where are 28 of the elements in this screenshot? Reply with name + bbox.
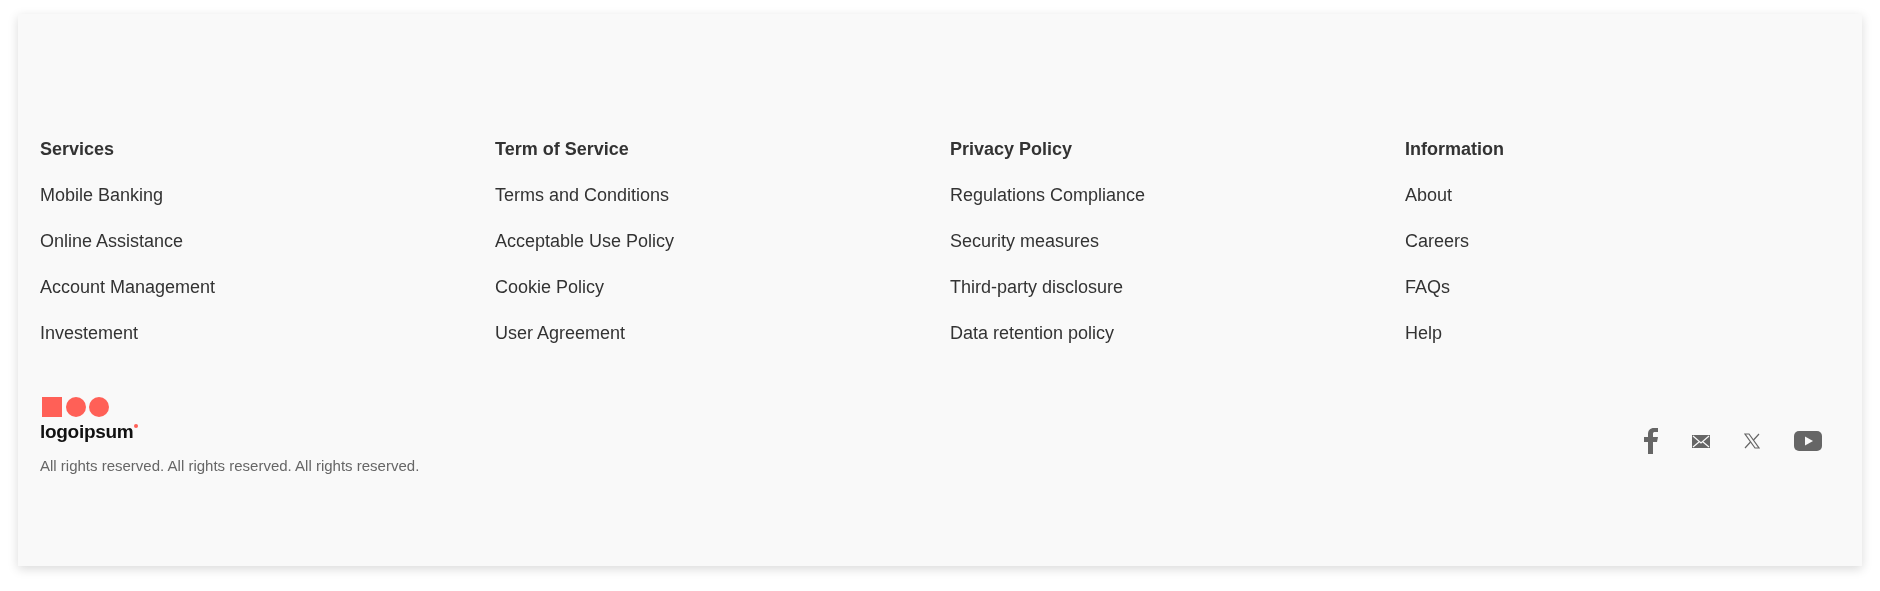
youtube-icon[interactable] [1794,431,1822,451]
copyright-text: All rights reserved. All rights reserved. All rights reserved. [40,457,420,474]
footer-link[interactable]: Third-party disclosure [950,277,1124,298]
footer-link[interactable]: About [1405,185,1453,206]
footer-link[interactable]: Security measures [950,231,1100,252]
logo-dot-icon [134,424,139,428]
footer-link[interactable]: FAQs [1405,277,1450,298]
footer-link[interactable]: Mobile Banking [40,185,164,206]
column-heading: Privacy Policy [950,139,1073,160]
footer-link[interactable]: User Agreement [495,323,626,344]
footer-link[interactable]: Acceptable Use Policy [495,231,675,252]
footer-link[interactable]: Investement [40,323,139,344]
footer-link[interactable]: Regulations Compliance [950,185,1146,206]
footer-link[interactable]: Online Assistance [40,231,184,252]
x-icon[interactable] [1744,433,1760,449]
facebook-icon[interactable] [1644,428,1658,454]
footer-link[interactable]: Data retention policy [950,323,1115,344]
logo-wordmark: logoipsum [40,421,134,443]
mail-icon[interactable] [1692,434,1710,448]
column-heading: Term of Service [495,139,629,160]
footer-link[interactable]: Careers [1405,231,1470,252]
column-heading: Information [1405,139,1504,160]
logo-icon [42,397,110,417]
footer-link[interactable]: Help [1405,323,1443,344]
column-heading: Services [40,139,115,160]
footer-link[interactable]: Account Management [40,277,216,298]
footer-link[interactable]: Cookie Policy [495,277,605,298]
footer-link[interactable]: Terms and Conditions [495,185,670,206]
